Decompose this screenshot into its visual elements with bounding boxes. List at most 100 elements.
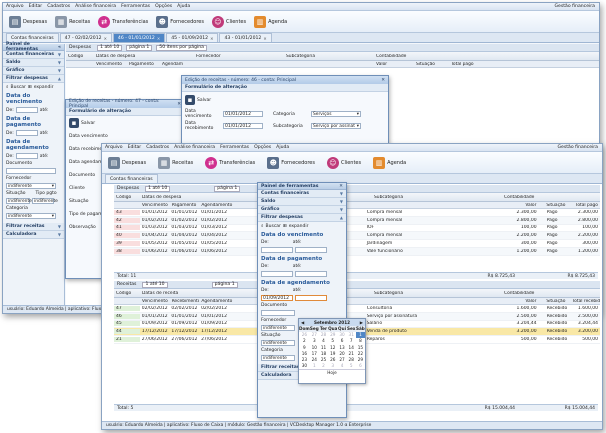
- search-icon[interactable]: ⌕: [261, 223, 264, 229]
- receitas-button[interactable]: ▦ Receitas: [53, 15, 92, 29]
- close-icon[interactable]: ✕: [381, 78, 385, 83]
- clientes-button[interactable]: ☺ Clientes: [210, 15, 248, 29]
- menu-editar[interactable]: Editar: [128, 145, 142, 150]
- tab-contas[interactable]: Contas financeiras: [105, 174, 158, 183]
- transferencias-button[interactable]: ⇄ Transferências: [203, 156, 257, 170]
- agenda-button[interactable]: ▥ Agenda: [252, 15, 289, 29]
- close-icon[interactable]: ✕: [104, 36, 107, 41]
- situacao-select[interactable]: indiferente: [6, 198, 32, 204]
- fornecedor-select[interactable]: indiferente: [261, 325, 295, 331]
- expand-button[interactable]: expandir: [289, 224, 309, 229]
- table-row[interactable]: 42 01/02/2012 01/02/2012 01/02/2012 Compra m…: [114, 216, 600, 225]
- agenda-button[interactable]: ▥ Agenda: [371, 156, 408, 170]
- menu-editar[interactable]: Editar: [29, 4, 43, 9]
- search-button[interactable]: Buscar: [11, 85, 26, 90]
- section-filtrar-despesas[interactable]: Filtrar despesas ▲: [3, 75, 64, 83]
- calendar-day[interactable]: 5: [347, 363, 356, 369]
- pager-range[interactable]: 1 até 10: [145, 185, 171, 192]
- pager-page[interactable]: página 1: [214, 185, 241, 192]
- save-button[interactable]: ▪ Salvar: [66, 116, 184, 130]
- table-row[interactable]: 40 01/04/2012 01/04/2012 01/04/2012 Compra m…: [114, 232, 600, 241]
- despesas-button[interactable]: ▤ Despesas: [106, 156, 148, 170]
- section-contas[interactable]: Contas financeiras ▼: [258, 190, 346, 198]
- menu-ferramentas[interactable]: Ferramentas: [220, 145, 249, 150]
- fornecedor-select[interactable]: indiferente ▾: [6, 183, 56, 189]
- calendar-day[interactable]: 1: [310, 363, 319, 369]
- table-row[interactable]: 47 02/02/2012 02/02/2012 02/02/2012 Consulto…: [114, 305, 600, 313]
- table-row[interactable]: 39 01/05/2012 01/05/2012 01/05/2012 Jardinag…: [114, 240, 600, 248]
- venc-from-input[interactable]: [261, 247, 293, 253]
- section-contas[interactable]: Contas financeiras ▼: [3, 51, 64, 59]
- calendar-day[interactable]: 6: [356, 363, 365, 369]
- expand-icon[interactable]: ⊞: [28, 85, 32, 90]
- pag-to-input[interactable]: [295, 271, 327, 277]
- menu-analise[interactable]: Análise financeira: [75, 4, 116, 9]
- table-row[interactable]: 41 01/03/2012 01/03/2012 01/03/2012 IOF 100,0…: [114, 225, 600, 233]
- menu-analise[interactable]: Análise financeira: [174, 145, 215, 150]
- tab-47[interactable]: 47 - 02/02/2012 ✕: [59, 33, 112, 42]
- section-grafico[interactable]: Gráfico ▼: [258, 206, 346, 214]
- tab-45[interactable]: 45 - 01/09/2012 ✕: [166, 33, 219, 42]
- fornecedores-button[interactable]: ☻ Fornecedores: [154, 15, 206, 29]
- table-row[interactable]: 43 01/01/2012 01/01/2012 01/01/2012 Compra m…: [114, 209, 600, 217]
- tab-contas[interactable]: Contas financeiras: [6, 33, 59, 42]
- tab-43[interactable]: 43 - 01/01/2012 ✕: [219, 33, 272, 42]
- pag-from-input[interactable]: [261, 271, 293, 277]
- section-calculadora[interactable]: Calculadora▼: [3, 231, 64, 239]
- pager-per-page[interactable]: 50 itens por página: [156, 44, 207, 51]
- pager-range[interactable]: 1 até 10: [142, 281, 168, 288]
- search-button[interactable]: Buscar: [266, 224, 281, 229]
- agend-from-input[interactable]: [15, 153, 38, 159]
- calendar-day[interactable]: 4: [337, 363, 346, 369]
- menu-arquivo[interactable]: Arquivo: [105, 145, 123, 150]
- menu-cadastros[interactable]: Cadastros: [47, 4, 70, 9]
- categoria-select[interactable]: indiferente ▾: [6, 213, 56, 219]
- menu-opcoes[interactable]: Opções: [254, 145, 271, 150]
- pager-range[interactable]: 1 até 10: [97, 44, 123, 51]
- menu-ajuda[interactable]: Ajuda: [276, 145, 289, 150]
- section-saldo[interactable]: Saldo ▼: [258, 198, 346, 206]
- calendar-day[interactable]: 3: [328, 363, 337, 369]
- search-icon[interactable]: ⌕: [6, 84, 9, 90]
- venc-from-input[interactable]: [15, 107, 38, 113]
- fornecedores-button[interactable]: ☻ Fornecedores: [265, 156, 317, 170]
- prev-month-icon[interactable]: ◀: [301, 320, 304, 325]
- calendar-day[interactable]: 30: [299, 363, 310, 369]
- menu-ferramentas[interactable]: Ferramentas: [121, 4, 150, 9]
- section-grafico[interactable]: Gráfico ▼: [3, 67, 64, 75]
- close-icon[interactable]: ✕: [210, 36, 213, 41]
- menu-cadastros[interactable]: Cadastros: [146, 145, 169, 150]
- documento-input[interactable]: [261, 310, 295, 316]
- venc-to-input[interactable]: [295, 247, 327, 253]
- categoria-select[interactable]: indiferente: [261, 355, 295, 361]
- menu-opcoes[interactable]: Opções: [155, 4, 172, 9]
- expand-icon[interactable]: ⊞: [283, 224, 287, 229]
- menu-ajuda[interactable]: Ajuda: [177, 4, 190, 9]
- tab-46[interactable]: 46 - 01/01/2012 ✕: [112, 33, 166, 42]
- close-icon[interactable]: ✕: [157, 36, 160, 41]
- calendar-month[interactable]: Setembro 2012: [314, 320, 350, 325]
- receitas-button[interactable]: ▦ Receitas: [156, 156, 195, 170]
- despesas-button[interactable]: ▤ Despesas: [7, 15, 49, 29]
- categoria-select[interactable]: Serviços ▾: [311, 111, 361, 117]
- transferencias-button[interactable]: ⇄ Transferências: [96, 15, 150, 29]
- section-filtrar-despesas[interactable]: Filtrar despesas ▲: [258, 214, 346, 222]
- documento-input[interactable]: [6, 168, 56, 174]
- data-recebimento-input[interactable]: 01/01/2012: [223, 123, 263, 129]
- table-row[interactable]: 38 01/06/2012 01/06/2012 01/06/2012 Vale fun…: [114, 247, 600, 256]
- pag-from-input[interactable]: [15, 130, 38, 136]
- section-filtrar-receitas[interactable]: Filtrar receitas▼: [3, 223, 64, 231]
- close-icon[interactable]: ✕: [339, 184, 343, 189]
- close-icon[interactable]: ✕: [263, 36, 266, 41]
- expand-button[interactable]: expandir: [34, 85, 54, 90]
- today-button[interactable]: Hoje: [299, 369, 365, 375]
- pager-page[interactable]: página 1: [211, 281, 238, 288]
- tipo-pgto-select[interactable]: indiferente: [32, 198, 58, 204]
- pager-page[interactable]: página 1: [126, 44, 153, 51]
- section-saldo[interactable]: Saldo ▼: [3, 59, 64, 67]
- next-month-icon[interactable]: ▶: [360, 320, 363, 325]
- collapse-icon[interactable]: «: [58, 45, 61, 50]
- situacao-select[interactable]: indiferente: [261, 340, 295, 346]
- data-vencimento-input[interactable]: 01/01/2012: [223, 111, 263, 117]
- calendar-day[interactable]: 2: [319, 363, 328, 369]
